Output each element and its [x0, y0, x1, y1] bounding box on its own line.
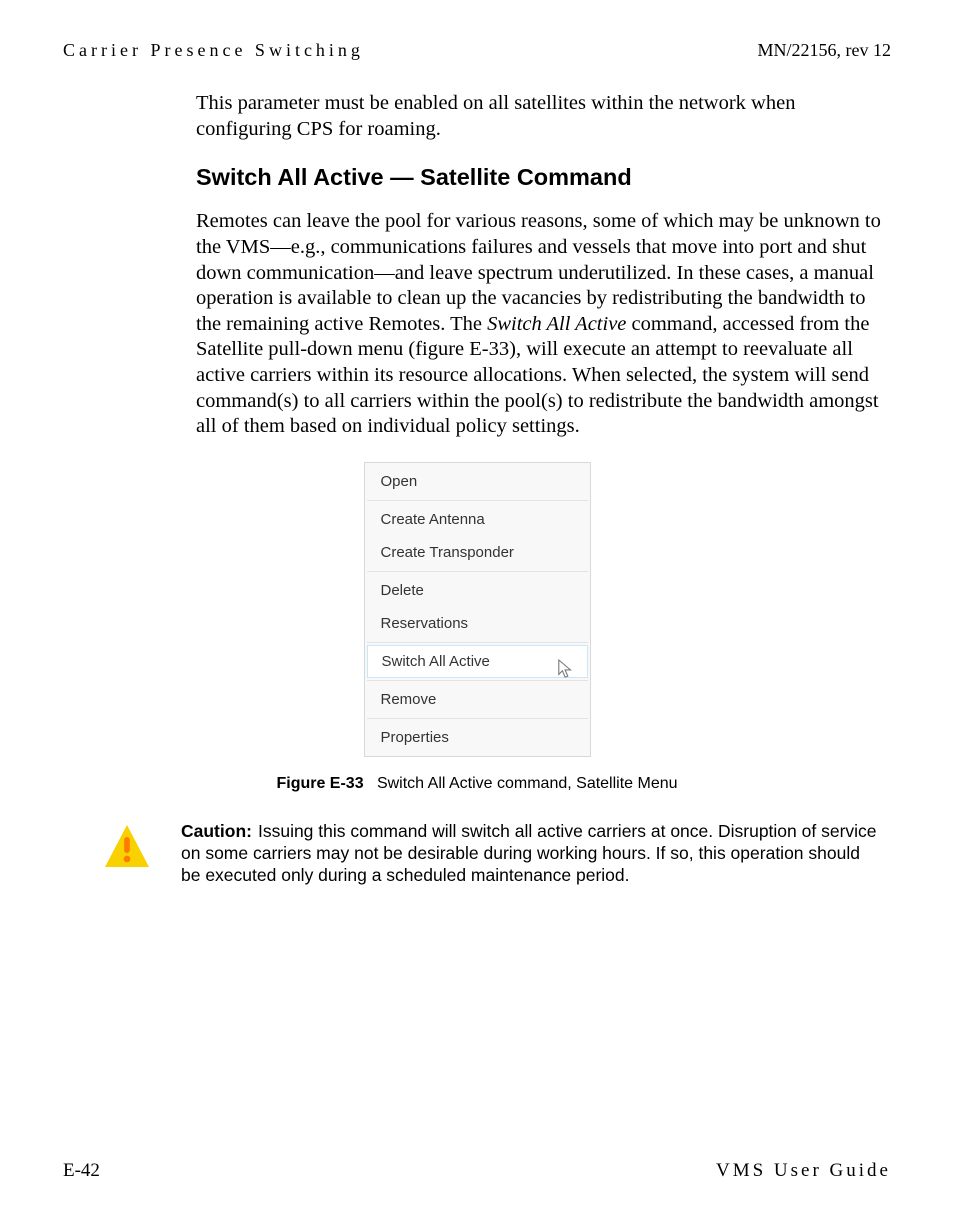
caution-block: Caution:Issuing this command will switch…	[103, 821, 881, 887]
menu-item-reservations[interactable]: Reservations	[365, 607, 590, 640]
page-footer: E-42 VMS User Guide	[63, 1160, 891, 1182]
figure-label: Figure E-33	[276, 775, 363, 792]
intro-paragraph: This parameter must be enabled on all sa…	[196, 91, 881, 142]
menu-separator	[367, 500, 588, 501]
figure-caption-text: Switch All Active command, Satellite Men…	[377, 775, 678, 792]
menu-item-create-transponder[interactable]: Create Transponder	[365, 536, 590, 569]
caution-label: Caution:	[181, 821, 252, 841]
menu-item-switch-all-active[interactable]: Switch All Active	[367, 645, 588, 678]
switch-all-active-term: Switch All Active	[487, 313, 626, 335]
menu-item-delete[interactable]: Delete	[365, 574, 590, 607]
caution-text-wrap: Caution:Issuing this command will switch…	[181, 821, 881, 887]
footer-doc-title: VMS User Guide	[716, 1160, 891, 1182]
section-heading: Switch All Active — Satellite Command	[196, 164, 881, 191]
main-paragraph: Remotes can leave the pool for various r…	[196, 209, 881, 440]
menu-item-remove[interactable]: Remove	[365, 683, 590, 716]
menu-item-create-antenna[interactable]: Create Antenna	[365, 503, 590, 536]
menu-separator	[367, 718, 588, 719]
menu-separator	[367, 642, 588, 643]
footer-page-number: E-42	[63, 1160, 100, 1182]
caution-text: Issuing this command will switch all act…	[181, 821, 877, 885]
page-header: Carrier Presence Switching MN/22156, rev…	[63, 40, 891, 61]
menu-item-properties[interactable]: Properties	[365, 721, 590, 754]
cursor-icon	[557, 658, 575, 680]
header-doc-id: MN/22156, rev 12	[758, 40, 892, 61]
menu-separator	[367, 680, 588, 681]
warning-icon	[103, 823, 151, 871]
satellite-context-menu: Open Create Antenna Create Transponder D…	[364, 462, 591, 757]
menu-separator	[367, 571, 588, 572]
menu-item-open[interactable]: Open	[365, 465, 590, 498]
figure-caption: Figure E-33 Switch All Active command, S…	[63, 775, 891, 793]
header-section-title: Carrier Presence Switching	[63, 40, 364, 61]
menu-item-switch-all-active-label: Switch All Active	[382, 653, 490, 670]
